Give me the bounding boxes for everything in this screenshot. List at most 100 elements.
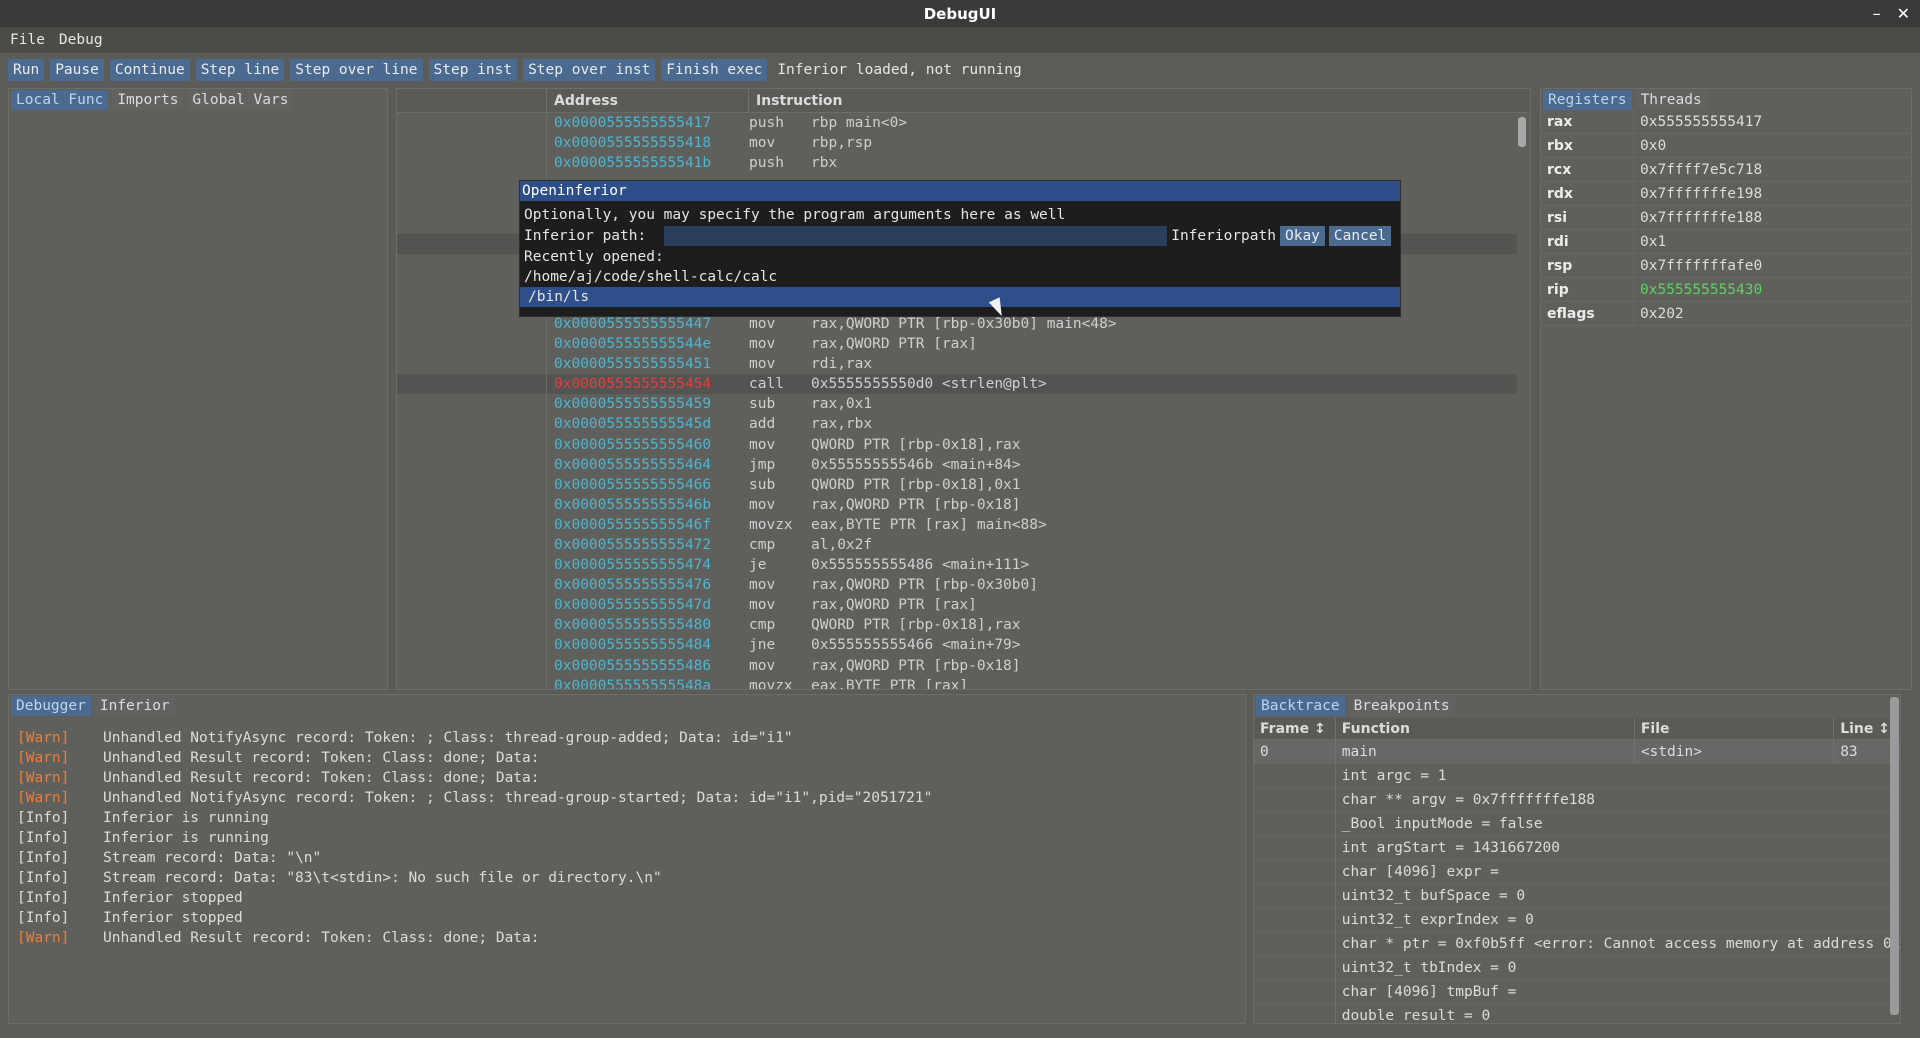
disassembly-row[interactable]: 0x0000555555555460 mov QWORD PTR [rbp-0x18… bbox=[397, 434, 1517, 455]
disassembly-row[interactable]: 0x0000555555555459 sub rax,0x1 bbox=[397, 394, 1517, 415]
register-row[interactable]: rip 0x555555555430 bbox=[1541, 278, 1911, 302]
row-gutter[interactable] bbox=[397, 133, 547, 154]
disassembly-scrollbar[interactable] bbox=[1518, 117, 1526, 147]
row-gutter[interactable] bbox=[397, 354, 547, 375]
frame-variable-row[interactable]: char ** argv = 0x7fffffffe188 bbox=[1254, 788, 1900, 812]
disassembly-row[interactable]: 0x000055555555546b mov rax,QWORD PTR [rbp-… bbox=[397, 494, 1517, 515]
register-row[interactable]: rsp 0x7fffffffafe0 bbox=[1541, 254, 1911, 278]
row-gutter[interactable] bbox=[397, 595, 547, 616]
tab-inferior[interactable]: Inferior bbox=[94, 696, 175, 716]
disassembly-row[interactable]: 0x0000555555555451 mov rdi,rax bbox=[397, 354, 1517, 375]
row-gutter[interactable] bbox=[397, 394, 547, 415]
menu-debug[interactable]: Debug bbox=[59, 32, 103, 48]
frame-variable-row[interactable]: uint32_t bufSpace = 0 bbox=[1254, 884, 1900, 908]
step-over-inst-button[interactable]: Step over inst bbox=[523, 58, 656, 81]
register-row[interactable]: rdx 0x7fffffffe198 bbox=[1541, 182, 1911, 206]
frame-variable-row[interactable]: uint32_t tbIndex = 0 bbox=[1254, 956, 1900, 980]
tab-debugger[interactable]: Debugger bbox=[11, 696, 91, 716]
register-row[interactable]: eflags 0x202 bbox=[1541, 302, 1911, 326]
backtrace-frame-row[interactable]: 0 main <stdin> 83 bbox=[1254, 740, 1900, 764]
disassembly-row[interactable]: 0x0000555555555480 cmp QWORD PTR [rbp-0x18… bbox=[397, 615, 1517, 636]
row-gutter[interactable] bbox=[397, 514, 547, 535]
row-gutter[interactable] bbox=[397, 334, 547, 355]
disassembly-row[interactable]: 0x000055555555545d add rax,rbx bbox=[397, 414, 1517, 435]
run-button[interactable]: Run bbox=[8, 58, 45, 81]
disassembly-row[interactable]: 0x000055555555548a movzx eax,BYTE PTR [rax… bbox=[397, 675, 1517, 689]
recent-item-selected[interactable]: /bin/ls bbox=[520, 287, 1400, 307]
disassembly-row[interactable]: 0x000055555555541b push rbx bbox=[397, 153, 1517, 174]
function-column-header[interactable]: Function bbox=[1336, 718, 1635, 739]
row-gutter[interactable] bbox=[397, 494, 547, 515]
register-row[interactable]: rdi 0x1 bbox=[1541, 230, 1911, 254]
row-gutter[interactable] bbox=[397, 153, 547, 174]
row-gutter[interactable] bbox=[397, 534, 547, 556]
row-gutter[interactable] bbox=[397, 635, 547, 656]
log-message: Inferior stopped bbox=[103, 910, 243, 926]
frame-column-header[interactable]: Frame ↕ bbox=[1254, 718, 1336, 739]
tab-backtrace[interactable]: Backtrace bbox=[1256, 696, 1345, 716]
finish-exec-button[interactable]: Finish exec bbox=[661, 58, 768, 81]
inferior-path-input[interactable] bbox=[664, 226, 1168, 246]
row-gutter[interactable] bbox=[397, 655, 547, 676]
tab-threads[interactable]: Threads bbox=[1635, 90, 1707, 110]
disassembly-row[interactable]: 0x0000555555555466 sub QWORD PTR [rbp-0x18… bbox=[397, 474, 1517, 495]
recent-item[interactable]: /home/aj/code/shell-calc/calc bbox=[524, 267, 1396, 287]
instruction-header[interactable]: Instruction bbox=[749, 89, 1530, 113]
frame-variable-row[interactable]: char [4096] expr = bbox=[1254, 860, 1900, 884]
frame-variable-row[interactable]: _Bool inputMode = false bbox=[1254, 812, 1900, 836]
disassembly-row[interactable]: 0x0000555555555464 jmp 0x55555555546b <mai… bbox=[397, 454, 1517, 475]
register-row[interactable]: rbx 0x0 bbox=[1541, 134, 1911, 158]
row-gutter[interactable] bbox=[397, 113, 547, 134]
step-line-button[interactable]: Step line bbox=[195, 58, 285, 81]
disassembly-row[interactable]: 0x000055555555547d mov rax,QWORD PTR [rax] bbox=[397, 595, 1517, 616]
disassembly-row[interactable]: 0x0000555555555417 push rbp main<0> bbox=[397, 113, 1517, 134]
row-gutter[interactable] bbox=[397, 454, 547, 475]
close-icon[interactable]: ✕ bbox=[1897, 4, 1910, 23]
disassembly-row[interactable]: 0x0000555555555472 cmp al,0x2f bbox=[397, 534, 1517, 556]
disassembly-row[interactable]: 0x0000555555555476 mov rax,QWORD PTR [rbp-… bbox=[397, 575, 1517, 596]
instruction-address: 0x0000555555555486 bbox=[554, 657, 712, 674]
row-gutter[interactable] bbox=[397, 575, 547, 596]
backtrace-scrollbar[interactable] bbox=[1890, 697, 1899, 1015]
tab-imports[interactable]: Imports bbox=[112, 90, 184, 110]
tab-local-func[interactable]: Local Func bbox=[11, 90, 109, 110]
frame-variable-row[interactable]: uint32_t exprIndex = 0 bbox=[1254, 908, 1900, 932]
file-column-header[interactable]: File bbox=[1635, 718, 1835, 739]
frame-variable-row[interactable]: int argStart = 1431667200 bbox=[1254, 836, 1900, 860]
disassembly-row[interactable]: 0x0000555555555484 jne 0x555555555466 <mai… bbox=[397, 635, 1517, 656]
frame-variable-row[interactable]: char [4096] tmpBuf = bbox=[1254, 980, 1900, 1004]
frame-variable-row[interactable]: int argc = 1 bbox=[1254, 764, 1900, 788]
menu-file[interactable]: File bbox=[10, 32, 45, 48]
address-header[interactable]: Address bbox=[547, 89, 749, 113]
disassembly-row[interactable]: 0x0000555555555418 mov rbp,rsp bbox=[397, 133, 1517, 154]
row-gutter[interactable] bbox=[397, 615, 547, 636]
disassembly-row[interactable]: 0x0000555555555486 mov rax,QWORD PTR [rbp-… bbox=[397, 655, 1517, 676]
cancel-button[interactable]: Cancel bbox=[1328, 226, 1392, 246]
row-gutter[interactable] bbox=[397, 474, 547, 495]
disassembly-row[interactable]: 0x000055555555544e mov rax,QWORD PTR [rax] bbox=[397, 334, 1517, 355]
tab-global-vars[interactable]: Global Vars bbox=[187, 90, 294, 110]
row-gutter[interactable] bbox=[397, 414, 547, 435]
register-row[interactable]: rcx 0x7ffff7e5c718 bbox=[1541, 158, 1911, 182]
tab-breakpoints[interactable]: Breakpoints bbox=[1348, 696, 1455, 716]
disassembly-row[interactable]: 0x000055555555546f movzx eax,BYTE PTR [rax… bbox=[397, 514, 1517, 535]
pause-button[interactable]: Pause bbox=[50, 58, 104, 81]
continue-button[interactable]: Continue bbox=[109, 58, 190, 81]
disassembly-row[interactable]: 0x0000555555555454 call 0x5555555550d0 <st… bbox=[397, 374, 1517, 395]
disassembly-row[interactable]: 0x0000555555555474 je 0x555555555486 <main… bbox=[397, 555, 1517, 576]
row-gutter[interactable] bbox=[397, 675, 547, 689]
frame-variable-row[interactable]: char * ptr = 0xf0b5ff <error: Cannot acc… bbox=[1254, 932, 1900, 956]
frame-variable-row[interactable]: double result = 0 bbox=[1254, 1004, 1900, 1023]
minimize-icon[interactable]: – bbox=[1873, 4, 1881, 23]
step-inst-button[interactable]: Step inst bbox=[428, 58, 518, 81]
inferiorpath-button[interactable]: Inferiorpath bbox=[1171, 228, 1276, 244]
register-name: rax bbox=[1541, 110, 1634, 133]
step-over-line-button[interactable]: Step over line bbox=[290, 58, 423, 81]
register-row[interactable]: rsi 0x7fffffffe188 bbox=[1541, 206, 1911, 230]
row-gutter[interactable] bbox=[397, 434, 547, 455]
okay-button[interactable]: Okay bbox=[1279, 226, 1325, 246]
register-row[interactable]: rax 0x555555555417 bbox=[1541, 110, 1911, 134]
row-gutter[interactable] bbox=[397, 374, 547, 395]
row-gutter[interactable] bbox=[397, 555, 547, 576]
tab-registers[interactable]: Registers bbox=[1543, 90, 1632, 110]
